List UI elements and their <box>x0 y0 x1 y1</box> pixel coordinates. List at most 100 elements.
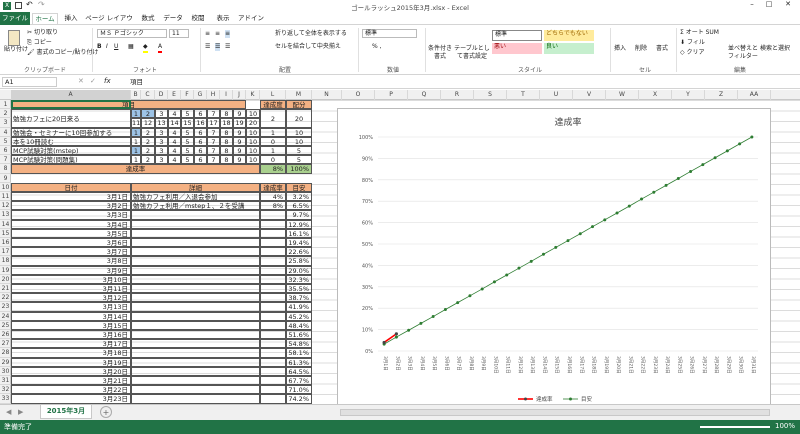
table2-detail-cell[interactable] <box>131 311 260 321</box>
table1-check-cell[interactable]: 3 <box>155 109 168 119</box>
row-header-32[interactable]: 32 <box>0 385 11 395</box>
table1-points-cell[interactable]: 20 <box>286 109 312 128</box>
table2-header-date[interactable]: 日付 <box>11 182 131 192</box>
delete-cells-button[interactable]: 削除 <box>635 45 647 53</box>
style-neutral[interactable]: どちらでもない <box>544 30 594 41</box>
align-center-icon[interactable]: ☰ <box>215 43 221 51</box>
table2-date-cell[interactable]: 3月5日 <box>11 228 131 238</box>
tab-insert[interactable]: 挿入 <box>60 13 82 24</box>
table2-rate-cell[interactable] <box>260 219 286 229</box>
table2-target-cell[interactable]: 67.7% <box>286 376 312 386</box>
table2-rate-cell[interactable] <box>260 256 286 266</box>
row-header-22[interactable]: 22 <box>0 293 11 303</box>
font-size-select[interactable]: 11 <box>169 29 189 38</box>
table1-check-cell[interactable]: 12 <box>141 118 155 128</box>
table1-check-cell[interactable]: 7 <box>207 155 220 165</box>
font-name-select[interactable]: ＭＳ Ｐゴシック <box>97 29 167 38</box>
table2-target-cell[interactable]: 25.8% <box>286 256 312 266</box>
table2-date-cell[interactable]: 3月6日 <box>11 238 131 248</box>
table2-detail-cell[interactable] <box>131 366 260 376</box>
table2-rate-cell[interactable] <box>260 238 286 248</box>
table1-check-cell[interactable]: 1 <box>131 146 141 156</box>
column-header-Q[interactable]: Q <box>408 90 441 100</box>
fill-color-icon[interactable]: ◆ <box>143 43 148 53</box>
table2-target-cell[interactable]: 6.5% <box>286 201 312 211</box>
table2-detail-cell[interactable] <box>131 284 260 294</box>
table1-check-cell[interactable]: 16 <box>194 118 207 128</box>
table2-header-target[interactable]: 目安 <box>286 182 312 192</box>
table2-rate-cell[interactable] <box>260 394 286 404</box>
table2-date-cell[interactable]: 3月11日 <box>11 284 131 294</box>
table2-rate-cell[interactable] <box>260 385 286 395</box>
align-middle-icon[interactable]: ≡ <box>215 30 220 38</box>
table2-detail-cell[interactable] <box>131 320 260 330</box>
table1-check-cell[interactable]: 3 <box>155 146 168 156</box>
table2-target-cell[interactable]: 16.1% <box>286 228 312 238</box>
table1-check-cell[interactable]: 4 <box>168 155 181 165</box>
table1-points-cell[interactable]: 10 <box>286 136 312 146</box>
undo-icon[interactable]: ↶ <box>26 0 33 9</box>
table2-rate-cell[interactable] <box>260 311 286 321</box>
border-icon[interactable]: ▦ <box>128 43 134 51</box>
table1-check-cell[interactable]: 6 <box>194 155 207 165</box>
table2-detail-cell[interactable] <box>131 265 260 275</box>
cancel-icon[interactable]: ✕ <box>78 77 84 85</box>
table2-rate-cell[interactable] <box>260 366 286 376</box>
row-header-23[interactable]: 23 <box>0 302 11 312</box>
column-header-E[interactable]: E <box>168 90 181 100</box>
redo-icon[interactable]: ↷ <box>38 0 45 9</box>
table2-detail-cell[interactable] <box>131 339 260 349</box>
close-button[interactable]: ✕ <box>780 0 796 11</box>
table1-check-cell[interactable]: 13 <box>155 118 168 128</box>
table2-detail-cell[interactable] <box>131 247 260 257</box>
table2-date-cell[interactable]: 3月20日 <box>11 366 131 376</box>
row-header-3[interactable]: 3 <box>0 118 11 128</box>
zoom-level[interactable]: 100% <box>775 422 795 430</box>
table1-check-cell[interactable]: 5 <box>181 146 194 156</box>
table1-total-max[interactable]: 100% <box>286 164 312 174</box>
table1-check-cell[interactable]: 15 <box>181 118 194 128</box>
table2-detail-cell[interactable] <box>131 348 260 358</box>
table1-check-cell[interactable]: 10 <box>246 146 260 156</box>
table1-check-cell[interactable]: 7 <box>207 109 220 119</box>
table1-check-cell[interactable]: 4 <box>168 136 181 146</box>
table2-target-cell[interactable]: 54.8% <box>286 339 312 349</box>
table1-rate-cell[interactable]: 0 <box>260 155 286 165</box>
wrap-text-button[interactable]: 折り返して全体を表示する <box>275 30 347 38</box>
table2-rate-cell[interactable] <box>260 265 286 275</box>
table2-rate-cell[interactable] <box>260 228 286 238</box>
row-header-2[interactable]: 2 <box>0 109 11 119</box>
table1-check-cell[interactable]: 7 <box>207 146 220 156</box>
table1-rate-cell[interactable]: 2 <box>260 109 286 128</box>
table2-date-cell[interactable]: 3月2日 <box>11 201 131 211</box>
row-header-11[interactable]: 11 <box>0 192 11 202</box>
table1-check-cell[interactable]: 5 <box>181 127 194 137</box>
column-header-G[interactable]: G <box>194 90 207 100</box>
table2-target-cell[interactable]: 32.3% <box>286 274 312 284</box>
clear-button[interactable]: ◇ クリア <box>680 49 705 57</box>
table2-date-cell[interactable]: 3月14日 <box>11 311 131 321</box>
table1-check-cell[interactable]: 5 <box>181 155 194 165</box>
table2-detail-cell[interactable] <box>131 293 260 303</box>
row-header-27[interactable]: 27 <box>0 339 11 349</box>
table2-date-cell[interactable]: 3月15日 <box>11 320 131 330</box>
table1-check-cell[interactable]: 20 <box>246 118 260 128</box>
column-header-N[interactable]: N <box>312 90 342 100</box>
table1-check-cell[interactable]: 9 <box>233 109 246 119</box>
table2-target-cell[interactable]: 38.7% <box>286 293 312 303</box>
table2-target-cell[interactable]: 9.7% <box>286 210 312 220</box>
column-header-AA[interactable]: AA <box>738 90 771 100</box>
row-header-8[interactable]: 8 <box>0 164 11 174</box>
table1-check-cell[interactable]: 8 <box>220 136 233 146</box>
table2-target-cell[interactable]: 41.9% <box>286 302 312 312</box>
italic-button[interactable]: I <box>106 43 108 51</box>
table2-date-cell[interactable]: 3月17日 <box>11 339 131 349</box>
tab-addins[interactable]: アドイン <box>237 13 265 24</box>
table1-header-points[interactable]: 配分 <box>286 100 312 110</box>
table2-rate-cell[interactable] <box>260 247 286 257</box>
table1-check-cell[interactable]: 4 <box>168 146 181 156</box>
table1-check-cell[interactable]: 2 <box>141 155 155 165</box>
maximize-button[interactable]: □ <box>762 0 776 11</box>
row-header-30[interactable]: 30 <box>0 367 11 376</box>
column-header-L[interactable]: L <box>260 90 286 100</box>
